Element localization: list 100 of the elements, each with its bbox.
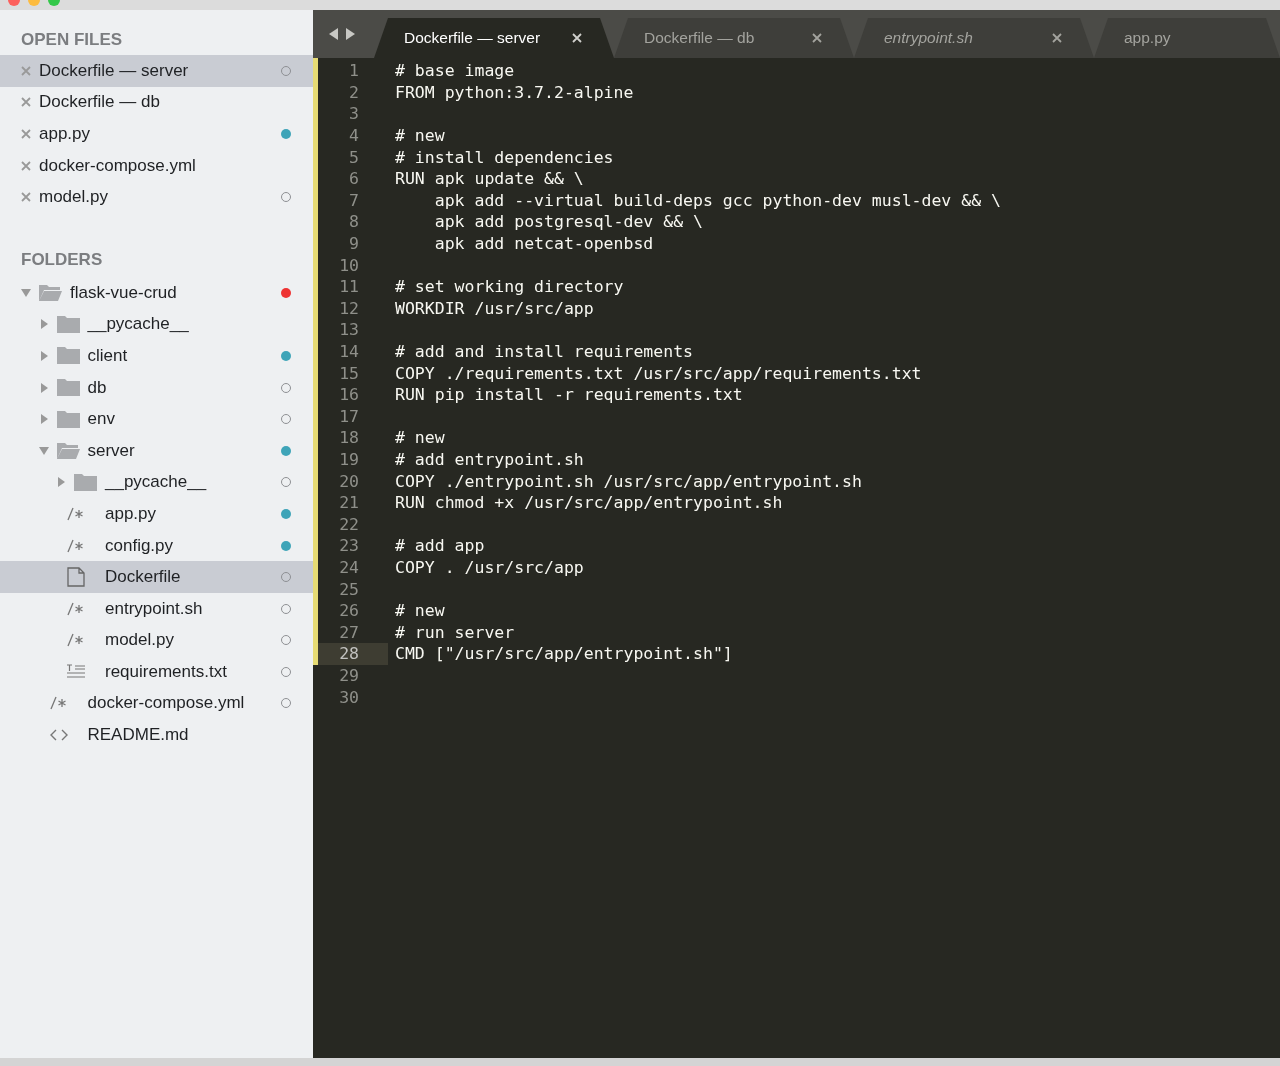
code-file-icon (67, 601, 85, 616)
code-line: # add entrypoint.sh (394, 450, 584, 469)
code-line: CMD ["/usr/src/app/entrypoint.sh"] (394, 644, 733, 664)
tree-item[interactable]: Dockerfile (0, 561, 313, 593)
line-number: 20 (338, 470, 360, 492)
close-icon[interactable] (572, 33, 582, 43)
line-number: 16 (338, 384, 360, 406)
tree-item[interactable]: docker-compose.yml (0, 687, 313, 720)
section-heading: FOLDERS (20, 248, 104, 271)
expanded-arrow-icon[interactable] (20, 287, 32, 298)
expanded-arrow-icon[interactable] (37, 445, 50, 456)
line-number: 25 (338, 578, 360, 600)
line-number: 6 (348, 168, 360, 190)
editor-tab[interactable]: Dockerfile — db (614, 18, 854, 58)
open-file-item[interactable]: Dockerfile — server (0, 55, 313, 87)
code-line: COPY ./entrypoint.sh /usr/src/app/entrypoint.sh (394, 471, 862, 491)
code-file-icon (67, 506, 85, 521)
forward-icon[interactable] (345, 27, 356, 41)
code-line: RUN pip install -r requirements.txt (394, 385, 743, 405)
line-number: 21 (338, 492, 360, 514)
collapsed-arrow-icon[interactable] (55, 477, 67, 488)
code-line: # run server (394, 622, 515, 642)
folder-icon (55, 409, 81, 429)
markup-file-icon (49, 729, 68, 742)
open-file-item[interactable]: docker-compose.yml (0, 149, 313, 182)
section-heading: OPEN FILES (20, 29, 124, 51)
code-line: COPY . /usr/src/app (394, 557, 584, 577)
code-file-icon (67, 538, 85, 553)
code-line: # new (394, 428, 445, 448)
close-icon[interactable] (1052, 33, 1062, 43)
line-number: 24 (338, 556, 360, 579)
code-line: apk add netcat-openbsd (433, 234, 654, 254)
code-line: apk add --virtual build-deps gcc python-dev musl-dev && \ (433, 190, 1001, 210)
folder-icon (55, 346, 81, 366)
line-number: 27 (338, 621, 360, 644)
line-number: 26 (338, 600, 360, 622)
line-number: 5 (348, 146, 360, 168)
editor-tab[interactable]: app.py (1094, 18, 1280, 58)
line-number: 1 (348, 60, 360, 82)
line-number: 2 (348, 81, 360, 104)
document-icon (67, 567, 85, 588)
code-line: # new (394, 601, 445, 621)
tree-item[interactable]: requirements.txt (0, 656, 313, 688)
code-line: COPY ./requirements.txt /usr/src/app/requirements.txt (394, 363, 922, 383)
open-file-item[interactable]: model.py (0, 181, 313, 213)
code-line: # new (394, 126, 445, 146)
line-number: 3 (348, 103, 360, 125)
tree-item[interactable]: client (0, 340, 313, 372)
line-number: 14 (338, 341, 360, 363)
code-line: RUN apk update && \ (394, 169, 584, 189)
open-folder-icon (38, 283, 63, 303)
tree-item[interactable]: model.py (0, 624, 313, 657)
line-number: 18 (338, 427, 360, 449)
code-line: # add and install requirements (394, 342, 693, 361)
code-line: apk add postgresql-dev && \ (433, 212, 703, 232)
line-number: 8 (348, 211, 360, 233)
editor-tab[interactable]: entrypoint.sh (854, 18, 1094, 58)
code-file-icon (67, 633, 85, 648)
code-file-icon (49, 696, 68, 711)
line-number: 19 (338, 449, 360, 471)
tree-item[interactable]: app.py (0, 498, 313, 530)
back-icon[interactable] (328, 27, 339, 41)
folder-icon (55, 378, 81, 398)
line-number: 7 (348, 189, 360, 212)
code-line: FROM python:3.7.2-alpine (394, 82, 634, 102)
line-number: 22 (338, 513, 360, 536)
open-file-item[interactable]: Dockerfile — db (0, 86, 313, 119)
code-line: # install dependencies (394, 147, 614, 167)
line-number: 30 (338, 686, 360, 708)
code-line: # set working directory (394, 277, 624, 297)
line-number: 29 (338, 664, 360, 687)
open-folder-icon (55, 441, 81, 461)
line-number: 13 (338, 319, 360, 341)
code-line: # add app (394, 536, 485, 556)
code-line: # base image (394, 61, 515, 81)
line-number: 10 (338, 254, 360, 276)
line-number: 9 (348, 233, 360, 255)
tree-item[interactable]: __pycache__ (0, 466, 313, 499)
line-number: 23 (338, 535, 360, 557)
close-icon[interactable] (812, 33, 822, 43)
tree-item[interactable]: server (0, 434, 313, 467)
tree-item[interactable]: db (0, 371, 313, 404)
tree-item[interactable]: config.py (0, 529, 313, 562)
code-line: RUN chmod +x /usr/src/app/entrypoint.sh (394, 493, 783, 513)
code-line: WORKDIR /usr/src/app (394, 298, 594, 318)
editor-tab[interactable]: Dockerfile — server (374, 18, 614, 58)
text-file-icon (66, 663, 86, 680)
tree-item[interactable]: flask-vue-crud (0, 276, 313, 309)
tree-item[interactable]: README.md (0, 719, 313, 751)
tree-item[interactable]: __pycache__ (0, 308, 313, 341)
line-number: 12 (338, 297, 360, 320)
line-number: 11 (338, 276, 360, 298)
line-number: 17 (338, 405, 360, 428)
line-number: 15 (338, 362, 360, 384)
tree-item[interactable]: entrypoint.sh (0, 592, 313, 625)
folder-icon (55, 314, 81, 334)
line-number: 4 (348, 125, 360, 147)
tree-item[interactable]: env (0, 403, 313, 435)
open-file-item[interactable]: app.py (0, 118, 313, 150)
folder-icon (73, 472, 98, 492)
